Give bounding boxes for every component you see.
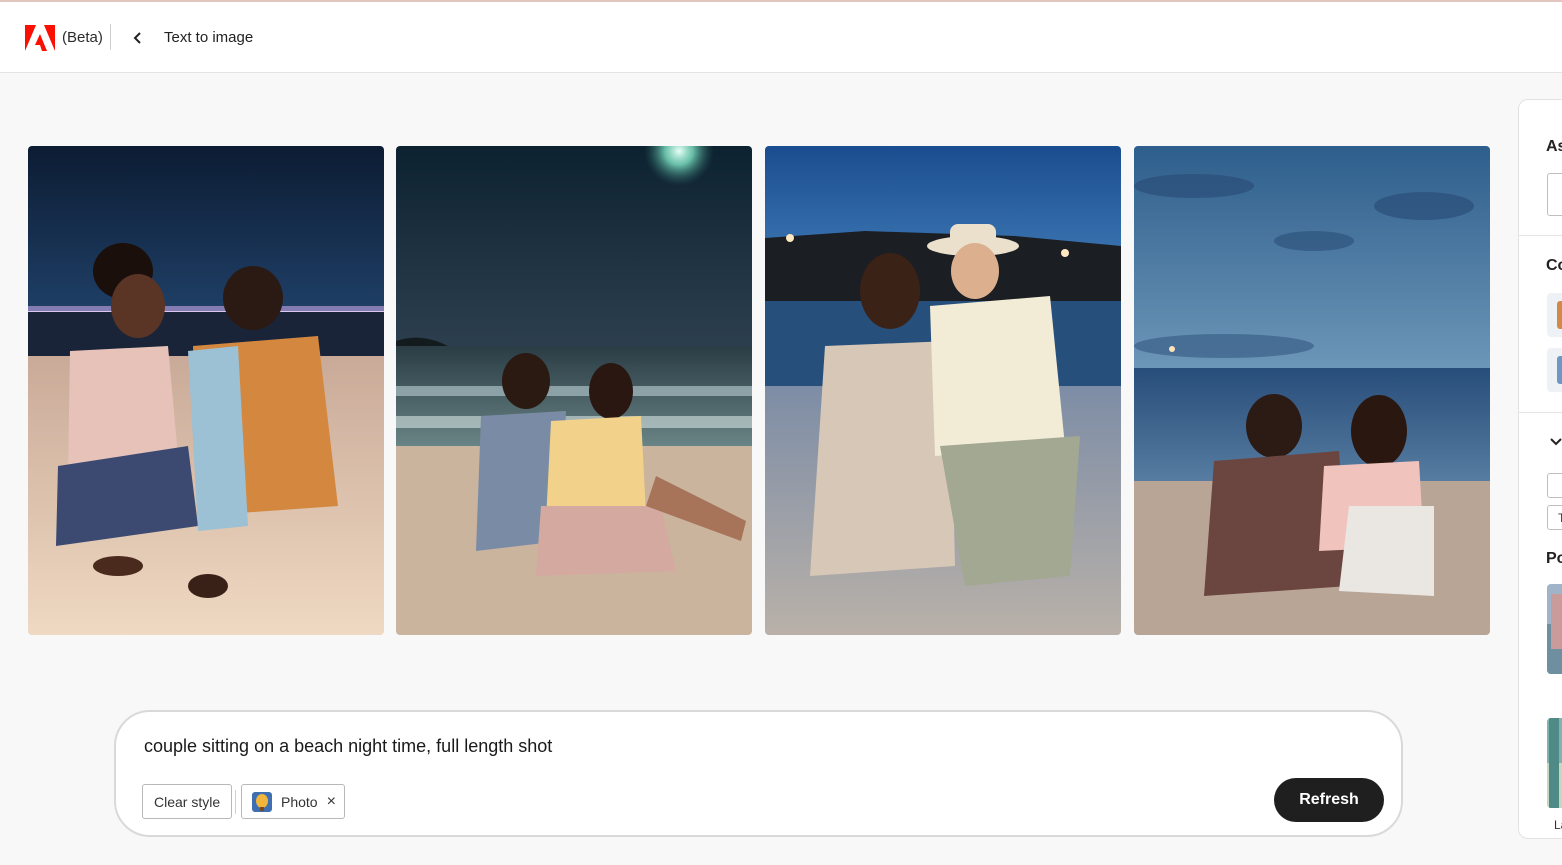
chip-divider bbox=[235, 790, 236, 814]
generated-image-1[interactable] bbox=[28, 146, 384, 635]
panel-divider bbox=[1519, 412, 1562, 413]
photo-style-icon bbox=[252, 791, 272, 812]
chevron-left-icon[interactable] bbox=[128, 26, 148, 50]
content-type-option-2[interactable] bbox=[1547, 348, 1562, 392]
generated-image-4[interactable] bbox=[1134, 146, 1490, 635]
header-divider bbox=[110, 24, 111, 50]
beta-label: (Beta) bbox=[62, 29, 103, 46]
effect-thumbnail-1[interactable] bbox=[1547, 584, 1562, 674]
style-chip-label: Photo bbox=[281, 793, 318, 810]
effect-label: La bbox=[1554, 818, 1562, 832]
generated-image-3[interactable] bbox=[765, 146, 1121, 635]
clear-style-label: Clear style bbox=[154, 793, 221, 810]
page-title: Text to image bbox=[164, 29, 254, 46]
refresh-button[interactable]: Refresh bbox=[1274, 778, 1384, 822]
settings-panel: As Co T Po La bbox=[1518, 99, 1562, 839]
clear-style-button[interactable]: Clear style bbox=[142, 784, 233, 819]
content-type-label: Co bbox=[1546, 257, 1562, 274]
panel-dropdown-2[interactable]: T bbox=[1547, 505, 1562, 530]
adobe-logo[interactable] bbox=[25, 25, 55, 51]
close-icon[interactable]: × bbox=[327, 793, 336, 810]
panel-dropdown-text: T bbox=[1558, 511, 1562, 525]
prompt-box: couple sitting on a beach night time, fu… bbox=[114, 710, 1403, 837]
panel-dropdown-1[interactable] bbox=[1547, 473, 1562, 498]
generated-image-2[interactable] bbox=[396, 146, 752, 635]
style-chip-photo[interactable]: Photo × bbox=[241, 784, 345, 819]
chevron-down-icon[interactable] bbox=[1549, 436, 1562, 448]
aspect-ratio-select[interactable] bbox=[1547, 173, 1562, 216]
content-type-option-1[interactable] bbox=[1547, 293, 1562, 337]
app-header: (Beta) Text to image bbox=[0, 2, 1562, 73]
prompt-input[interactable]: couple sitting on a beach night time, fu… bbox=[144, 736, 1244, 757]
aspect-ratio-label: As bbox=[1546, 138, 1562, 155]
photo-settings-label: Po bbox=[1546, 550, 1562, 567]
effect-thumbnail-2[interactable] bbox=[1547, 718, 1562, 808]
panel-divider bbox=[1519, 235, 1562, 236]
